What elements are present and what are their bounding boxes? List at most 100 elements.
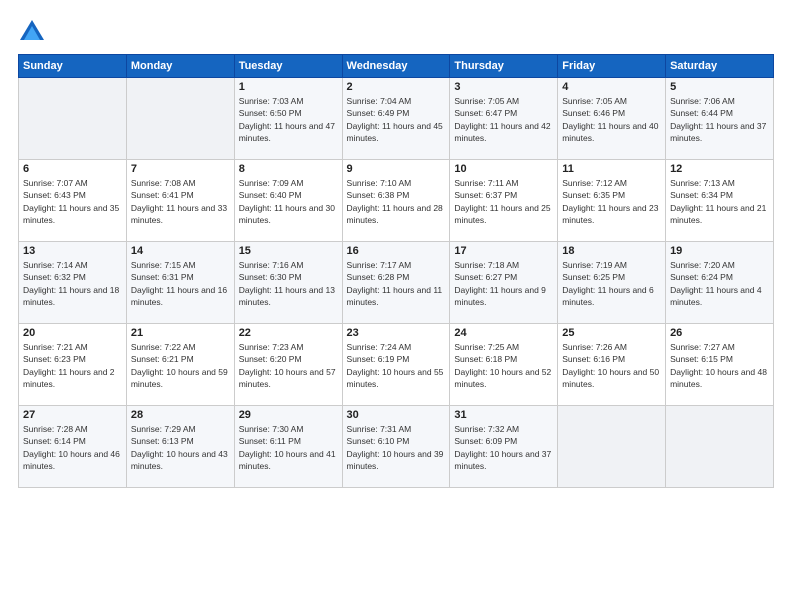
day-number: 16 xyxy=(347,245,446,257)
day-cell: 14Sunrise: 7:15 AM Sunset: 6:31 PM Dayli… xyxy=(126,242,234,324)
weekday-header-friday: Friday xyxy=(558,55,666,78)
day-info: Sunrise: 7:11 AM Sunset: 6:37 PM Dayligh… xyxy=(454,177,553,226)
header xyxy=(18,18,774,46)
weekday-header-wednesday: Wednesday xyxy=(342,55,450,78)
weekday-header-tuesday: Tuesday xyxy=(234,55,342,78)
weekday-header-monday: Monday xyxy=(126,55,234,78)
day-cell: 6Sunrise: 7:07 AM Sunset: 6:43 PM Daylig… xyxy=(19,160,127,242)
day-number: 22 xyxy=(239,327,338,339)
day-cell: 30 Sunrise: 7:31 AM Sunset: 6:10 PM Dayli… xyxy=(342,406,450,488)
day-number: 31 xyxy=(454,409,553,421)
day-number: 10 xyxy=(454,163,553,175)
day-number: 28 xyxy=(131,409,230,421)
day-number: 3 xyxy=(454,81,553,93)
day-number: 9 xyxy=(347,163,446,175)
day-cell: 16 Sunrise: 7:17 AM Sunset: 6:28 PM Dayli… xyxy=(342,242,450,324)
day-cell: 4Sunrise: 7:05 AM Sunset: 6:46 PM Daylig… xyxy=(558,78,666,160)
day-info: Sunrise: 7:27 AM Sunset: 6:15 PM Dayligh… xyxy=(670,341,769,390)
day-info: Sunrise: 7:06 AM Sunset: 6:44 PM Dayligh… xyxy=(670,95,769,144)
day-cell: 1 Sunrise: 7:03 AM Sunset: 6:50 PM Daylig… xyxy=(234,78,342,160)
day-number: 4 xyxy=(562,81,661,93)
day-number: 24 xyxy=(454,327,553,339)
calendar-body: 1 Sunrise: 7:03 AM Sunset: 6:50 PM Daylig… xyxy=(19,78,774,488)
day-number: 27 xyxy=(23,409,122,421)
day-info: Sunrise: 7:24 AM Sunset: 6:19 PM Dayligh… xyxy=(347,341,446,390)
week-row-3: 13Sunrise: 7:14 AM Sunset: 6:32 PM Dayli… xyxy=(19,242,774,324)
day-info: Sunrise: 7:23 AM Sunset: 6:20 PM Dayligh… xyxy=(239,341,338,390)
day-cell xyxy=(558,406,666,488)
day-cell: 2 Sunrise: 7:04 AM Sunset: 6:49 PM Daylig… xyxy=(342,78,450,160)
day-cell: 9Sunrise: 7:10 AM Sunset: 6:38 PM Daylig… xyxy=(342,160,450,242)
day-info: Sunrise: 7:21 AM Sunset: 6:23 PM Dayligh… xyxy=(23,341,122,390)
calendar: SundayMondayTuesdayWednesdayThursdayFrid… xyxy=(18,54,774,488)
weekday-header-thursday: Thursday xyxy=(450,55,558,78)
day-info: Sunrise: 7:16 AM Sunset: 6:30 PM Dayligh… xyxy=(239,259,338,308)
logo-icon xyxy=(18,18,46,46)
day-cell: 22 Sunrise: 7:23 AM Sunset: 6:20 PM Dayli… xyxy=(234,324,342,406)
week-row-1: 1 Sunrise: 7:03 AM Sunset: 6:50 PM Daylig… xyxy=(19,78,774,160)
day-number: 12 xyxy=(670,163,769,175)
week-row-5: 27 Sunrise: 7:28 AM Sunset: 6:14 PM Dayli… xyxy=(19,406,774,488)
day-cell: 26 Sunrise: 7:27 AM Sunset: 6:15 PM Dayli… xyxy=(666,324,774,406)
day-number: 14 xyxy=(131,245,230,257)
day-info: Sunrise: 7:13 AM Sunset: 6:34 PM Dayligh… xyxy=(670,177,769,226)
logo xyxy=(18,18,50,46)
day-cell: 31 Sunrise: 7:32 AM Sunset: 6:09 PM Dayli… xyxy=(450,406,558,488)
day-number: 20 xyxy=(23,327,122,339)
day-cell: 25 Sunrise: 7:26 AM Sunset: 6:16 PM Dayli… xyxy=(558,324,666,406)
calendar-header: SundayMondayTuesdayWednesdayThursdayFrid… xyxy=(19,55,774,78)
day-cell xyxy=(666,406,774,488)
day-number: 18 xyxy=(562,245,661,257)
day-cell: 19Sunrise: 7:20 AM Sunset: 6:24 PM Dayli… xyxy=(666,242,774,324)
day-info: Sunrise: 7:09 AM Sunset: 6:40 PM Dayligh… xyxy=(239,177,338,226)
day-number: 6 xyxy=(23,163,122,175)
day-cell: 11 Sunrise: 7:12 AM Sunset: 6:35 PM Dayli… xyxy=(558,160,666,242)
day-info: Sunrise: 7:14 AM Sunset: 6:32 PM Dayligh… xyxy=(23,259,122,308)
day-cell: 15Sunrise: 7:16 AM Sunset: 6:30 PM Dayli… xyxy=(234,242,342,324)
day-number: 11 xyxy=(562,163,661,175)
day-info: Sunrise: 7:28 AM Sunset: 6:14 PM Dayligh… xyxy=(23,423,122,472)
day-number: 30 xyxy=(347,409,446,421)
day-number: 23 xyxy=(347,327,446,339)
day-number: 17 xyxy=(454,245,553,257)
day-cell: 7 Sunrise: 7:08 AM Sunset: 6:41 PM Daylig… xyxy=(126,160,234,242)
day-cell: 17 Sunrise: 7:18 AM Sunset: 6:27 PM Dayli… xyxy=(450,242,558,324)
day-info: Sunrise: 7:03 AM Sunset: 6:50 PM Dayligh… xyxy=(239,95,338,144)
weekday-header-saturday: Saturday xyxy=(666,55,774,78)
day-cell: 23 Sunrise: 7:24 AM Sunset: 6:19 PM Dayli… xyxy=(342,324,450,406)
day-number: 5 xyxy=(670,81,769,93)
day-info: Sunrise: 7:31 AM Sunset: 6:10 PM Dayligh… xyxy=(347,423,446,472)
day-number: 21 xyxy=(131,327,230,339)
day-cell: 28 Sunrise: 7:29 AM Sunset: 6:13 PM Dayli… xyxy=(126,406,234,488)
weekday-header-sunday: Sunday xyxy=(19,55,127,78)
day-cell: 5 Sunrise: 7:06 AM Sunset: 6:44 PM Daylig… xyxy=(666,78,774,160)
day-number: 1 xyxy=(239,81,338,93)
day-number: 2 xyxy=(347,81,446,93)
day-cell: 29 Sunrise: 7:30 AM Sunset: 6:11 PM Dayli… xyxy=(234,406,342,488)
day-number: 19 xyxy=(670,245,769,257)
day-number: 26 xyxy=(670,327,769,339)
day-cell: 21Sunrise: 7:22 AM Sunset: 6:21 PM Dayli… xyxy=(126,324,234,406)
day-info: Sunrise: 7:17 AM Sunset: 6:28 PM Dayligh… xyxy=(347,259,446,308)
day-cell: 10 Sunrise: 7:11 AM Sunset: 6:37 PM Dayli… xyxy=(450,160,558,242)
page: SundayMondayTuesdayWednesdayThursdayFrid… xyxy=(0,0,792,612)
day-number: 29 xyxy=(239,409,338,421)
day-info: Sunrise: 7:05 AM Sunset: 6:47 PM Dayligh… xyxy=(454,95,553,144)
day-cell: 3 Sunrise: 7:05 AM Sunset: 6:47 PM Daylig… xyxy=(450,78,558,160)
day-info: Sunrise: 7:18 AM Sunset: 6:27 PM Dayligh… xyxy=(454,259,553,308)
day-info: Sunrise: 7:26 AM Sunset: 6:16 PM Dayligh… xyxy=(562,341,661,390)
day-number: 7 xyxy=(131,163,230,175)
day-cell xyxy=(126,78,234,160)
day-cell: 27 Sunrise: 7:28 AM Sunset: 6:14 PM Dayli… xyxy=(19,406,127,488)
day-info: Sunrise: 7:08 AM Sunset: 6:41 PM Dayligh… xyxy=(131,177,230,226)
day-cell: 18 Sunrise: 7:19 AM Sunset: 6:25 PM Dayli… xyxy=(558,242,666,324)
day-info: Sunrise: 7:19 AM Sunset: 6:25 PM Dayligh… xyxy=(562,259,661,308)
day-cell: 24Sunrise: 7:25 AM Sunset: 6:18 PM Dayli… xyxy=(450,324,558,406)
day-info: Sunrise: 7:32 AM Sunset: 6:09 PM Dayligh… xyxy=(454,423,553,472)
day-info: Sunrise: 7:30 AM Sunset: 6:11 PM Dayligh… xyxy=(239,423,338,472)
day-info: Sunrise: 7:12 AM Sunset: 6:35 PM Dayligh… xyxy=(562,177,661,226)
day-info: Sunrise: 7:04 AM Sunset: 6:49 PM Dayligh… xyxy=(347,95,446,144)
day-info: Sunrise: 7:29 AM Sunset: 6:13 PM Dayligh… xyxy=(131,423,230,472)
day-cell: 13Sunrise: 7:14 AM Sunset: 6:32 PM Dayli… xyxy=(19,242,127,324)
day-number: 25 xyxy=(562,327,661,339)
